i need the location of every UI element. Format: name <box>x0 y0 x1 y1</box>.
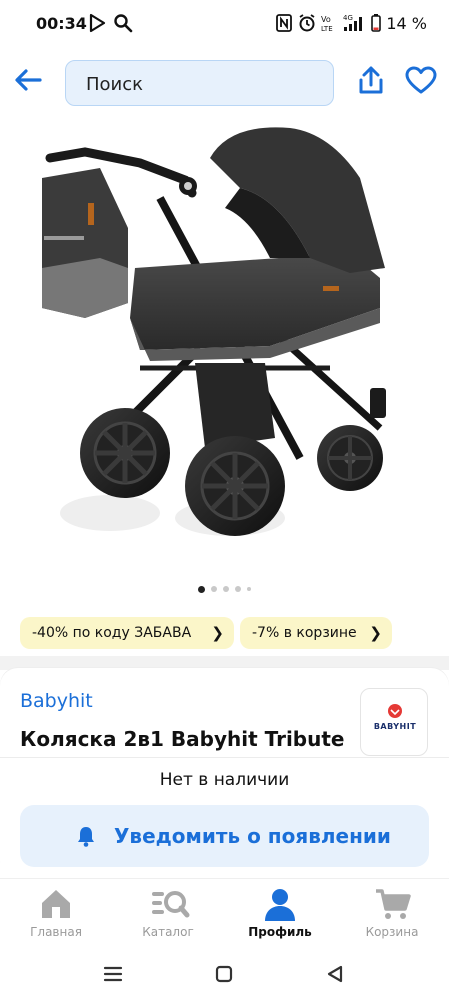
cart-icon <box>376 889 411 919</box>
search-icon <box>114 14 133 33</box>
volte-icon: Vo LTE <box>321 15 333 33</box>
status-bar: 00:34 Vo LTE 4G 14 % <box>0 0 449 48</box>
gallery-dot-2[interactable] <box>211 586 217 592</box>
heart-icon[interactable] <box>404 64 438 98</box>
promo-chip-cart[interactable]: -7% в корзине ❯ <box>240 617 392 649</box>
battery-percent: 14 % <box>386 14 427 33</box>
chevron-right-icon: ❯ <box>369 624 382 642</box>
battery-icon <box>371 14 381 32</box>
promo-chip-code[interactable]: -40% по коду ЗАБАВА ❯ <box>20 617 234 649</box>
nav-label-profile: Профиль <box>248 925 312 939</box>
menu-icon[interactable] <box>101 962 125 986</box>
notify-button[interactable]: Уведомить о появлении <box>20 805 429 867</box>
divider <box>0 757 449 758</box>
bottom-navigation: Главная Каталог Профиль Корзина <box>0 878 449 948</box>
product-photo[interactable] <box>30 118 420 558</box>
search-input[interactable]: Поиск <box>65 60 334 106</box>
svg-text:4G: 4G <box>343 14 353 22</box>
back-arrow-icon[interactable] <box>10 62 46 98</box>
nav-item-home[interactable]: Главная <box>0 879 112 949</box>
gallery-dot-4[interactable] <box>235 586 241 592</box>
catalog-search-icon <box>152 891 190 918</box>
product-title: Коляска 2в1 Babyhit Tribute <box>20 727 345 751</box>
back-triangle-icon[interactable] <box>323 962 347 986</box>
promo-cart-label: -7% в корзине <box>252 625 357 641</box>
nav-item-cart[interactable]: Корзина <box>336 879 448 949</box>
brand-logo-text: BABYHIT <box>373 722 417 731</box>
gallery-dot-1[interactable] <box>198 585 205 593</box>
search-placeholder: Поиск <box>86 74 144 95</box>
top-bar: Поиск <box>0 56 449 112</box>
system-navigation-bar <box>0 950 449 1000</box>
brand-logo[interactable]: BABYHIT <box>360 688 428 756</box>
nav-label-catalog: Каталог <box>142 925 194 939</box>
promo-code-label: -40% по коду ЗАБАВА <box>32 625 192 641</box>
alarm-icon <box>299 14 315 32</box>
nav-label-cart: Корзина <box>365 925 419 939</box>
gallery-dot-5[interactable] <box>247 587 251 591</box>
gallery-dots <box>0 583 449 595</box>
svg-text:Vo: Vo <box>321 15 331 24</box>
status-time: 00:34 <box>36 14 87 33</box>
notify-label: Уведомить о появлении <box>114 824 391 848</box>
profile-icon <box>265 889 295 921</box>
svg-text:LTE: LTE <box>321 25 333 33</box>
nav-item-profile[interactable]: Профиль <box>224 879 336 949</box>
play-icon <box>89 13 106 33</box>
bell-icon <box>78 827 94 847</box>
nav-label-home: Главная <box>30 925 82 939</box>
chevron-right-icon: ❯ <box>211 624 224 642</box>
nav-item-catalog[interactable]: Каталог <box>112 879 224 949</box>
stock-status: Нет в наличии <box>159 770 290 790</box>
signal-4g-icon: 4G <box>343 14 362 31</box>
nfc-icon <box>276 14 292 32</box>
share-icon[interactable] <box>354 64 388 98</box>
product-brand-link[interactable]: Babyhit <box>20 690 93 712</box>
home-icon <box>42 890 70 918</box>
brand-logo-mark-icon <box>388 704 402 718</box>
home-square-icon[interactable] <box>212 962 236 986</box>
gallery-dot-3[interactable] <box>223 586 229 592</box>
